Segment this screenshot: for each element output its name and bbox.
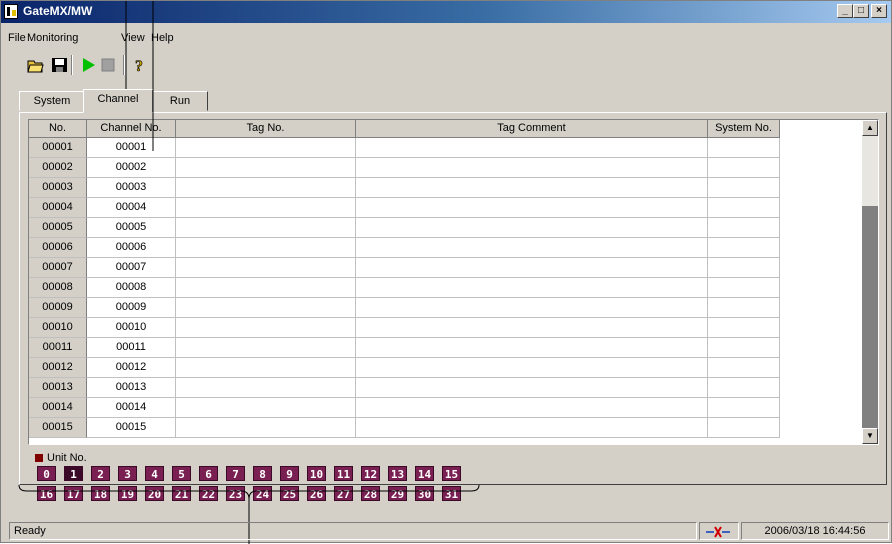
- tab-channel[interactable]: Channel: [83, 89, 153, 113]
- status-text: Ready: [9, 522, 697, 540]
- app-window: GateMX/MW _ □ × File Monitoring View Hel…: [0, 0, 892, 544]
- status-timestamp: 2006/03/18 16:44:56: [741, 522, 889, 540]
- callout-annotations: [18, 1, 480, 544]
- status-bar: Ready 2006/03/18 16:44:56: [1, 520, 891, 542]
- connection-icon: [699, 522, 739, 540]
